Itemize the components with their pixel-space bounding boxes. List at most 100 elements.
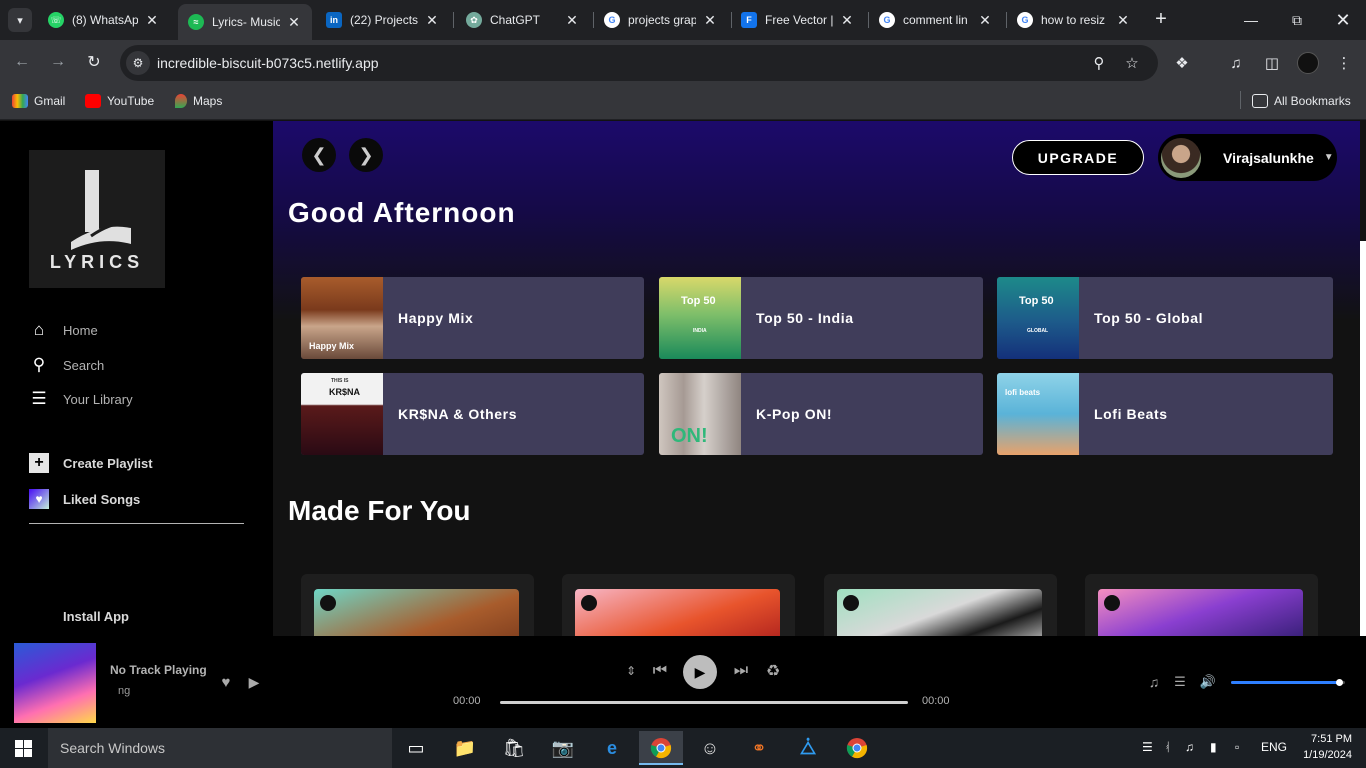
mix-card[interactable] (562, 574, 795, 636)
shortcut-card[interactable]: Top 50 GLOBAL Top 50 - Global (997, 277, 1333, 359)
lyrics-icon[interactable]: ♫ (1145, 673, 1163, 691)
task-view-icon[interactable]: ▭ (394, 731, 438, 765)
next-icon[interactable]: ⏭ (730, 661, 752, 681)
google-icon: G (604, 12, 620, 28)
system-clock[interactable]: 7:51 PM 1/19/2024 (1298, 731, 1352, 763)
spotify-icon (581, 595, 597, 611)
language-indicator[interactable]: ENG (1261, 740, 1287, 754)
speaker-icon[interactable]: ♫ (1185, 740, 1194, 754)
tab-chatgpt[interactable]: ✿ ChatGPT ✕ (456, 6, 590, 34)
made-for-you-title: Made For You (288, 495, 471, 526)
heart-icon[interactable]: ♥ (217, 673, 235, 691)
shortcut-card[interactable]: THIS IS KR$NA KR$NA & Others (301, 373, 644, 455)
play-button[interactable]: ▶ (683, 655, 717, 689)
taskbar-search-placeholder[interactable]: Search Windows (60, 740, 165, 756)
tab-free-vector[interactable]: F Free Vector | ✕ (731, 6, 865, 34)
battery-icon[interactable]: ▮ (1210, 740, 1217, 754)
restore-button[interactable]: ⧉ (1274, 0, 1320, 40)
mix-art (314, 589, 519, 636)
mix-card[interactable] (1085, 574, 1318, 636)
bookmark-gmail[interactable]: Gmail (12, 92, 65, 110)
close-tab-icon[interactable]: ✕ (1115, 12, 1131, 29)
previous-icon[interactable]: ⏮ (649, 661, 671, 681)
progress-bar[interactable] (500, 701, 908, 704)
bookmark-maps[interactable]: Maps (175, 92, 222, 110)
repeat-icon[interactable]: ♻ (762, 661, 784, 681)
scrollbar-thumb[interactable] (1360, 121, 1366, 241)
create-playlist-button[interactable]: + Create Playlist (29, 453, 153, 473)
all-bookmarks-folder[interactable]: All Bookmarks (1252, 92, 1351, 110)
shortcut-card[interactable]: ON! K-Pop ON! (659, 373, 983, 455)
site-info-icon[interactable]: ⚙ (126, 51, 150, 75)
zoom-icon[interactable]: ⚲ (1087, 51, 1111, 75)
nav-home[interactable]: ⌂ Home (29, 320, 98, 340)
close-window-button[interactable]: ✕ (1320, 0, 1366, 40)
queue-icon[interactable]: ☰ (1171, 673, 1189, 691)
user-menu[interactable]: Virajsalunkhe ▼ (1158, 134, 1337, 181)
media-control-icon[interactable]: ♫ (1224, 51, 1248, 75)
now-playing-title: No Track Playing (110, 663, 207, 677)
tab-comment-link[interactable]: G comment lin ✕ (869, 6, 1003, 34)
edge-icon[interactable]: e (590, 731, 634, 765)
chrome-icon[interactable] (639, 731, 683, 765)
bookmark-youtube[interactable]: YouTube (85, 92, 154, 110)
mix-card[interactable] (824, 574, 1057, 636)
volume-slider[interactable] (1231, 679, 1345, 686)
google-icon: G (1017, 12, 1033, 28)
notifications-icon[interactable]: ▫ (1235, 740, 1239, 754)
camera-icon[interactable]: 📷 (541, 731, 585, 765)
close-tab-icon[interactable]: ✕ (286, 14, 302, 31)
lyrics-logo[interactable]: LYRICS (29, 150, 165, 288)
extensions-icon[interactable]: ❖ (1170, 51, 1194, 75)
tab-linkedin[interactable]: in (22) Projects ✕ (316, 6, 450, 34)
close-tab-icon[interactable]: ✕ (564, 12, 580, 29)
sort-icon[interactable]: ⇕ (622, 662, 640, 680)
install-app-link[interactable]: Install App (63, 609, 129, 624)
jupyter-icon[interactable]: ⚭ (737, 731, 781, 765)
vscode-icon[interactable]: ⧊ (786, 731, 830, 765)
tab-whatsapp[interactable]: ☏ (8) WhatsApp ✕ (38, 6, 170, 34)
playlist-art: ON! (659, 373, 741, 455)
mix-card[interactable] (301, 574, 534, 636)
tab-how-to-resize[interactable]: G how to resiz ✕ (1007, 6, 1141, 34)
logo-text: LYRICS (49, 252, 145, 272)
liked-songs-button[interactable]: ♥ Liked Songs (29, 489, 140, 509)
shortcut-card[interactable]: Top 50 INDIA Top 50 - India (659, 277, 983, 359)
profile-avatar-icon[interactable] (1297, 52, 1319, 74)
wifi-icon[interactable]: ☰ (1142, 740, 1153, 754)
volume-icon[interactable]: 🔊 (1199, 673, 1217, 691)
reload-button[interactable]: ↻ (82, 50, 106, 74)
shortcut-card[interactable]: Happy Mix Happy Mix (301, 277, 644, 359)
close-tab-icon[interactable]: ✕ (702, 12, 718, 29)
bookmark-star-icon[interactable]: ☆ (1120, 51, 1144, 75)
close-tab-icon[interactable]: ✕ (144, 12, 160, 29)
minimize-button[interactable]: — (1228, 0, 1274, 40)
tab-lyrics-music[interactable]: ≈ Lyrics- Music ✕ (178, 4, 312, 40)
side-panel-icon[interactable]: ◫ (1260, 51, 1284, 75)
chrome-icon[interactable] (835, 731, 879, 765)
file-explorer-icon[interactable]: 📁 (443, 731, 487, 765)
nav-library[interactable]: ☰ Your Library (29, 389, 132, 409)
url-text[interactable]: incredible-biscuit-b073c5.netlify.app (157, 55, 379, 71)
forward-arrow-button[interactable]: ❯ (349, 138, 383, 172)
tab-projects-graph[interactable]: G projects grap ✕ (594, 6, 728, 34)
back-arrow-button[interactable]: ❮ (302, 138, 336, 172)
menu-kebab-icon[interactable]: ⋮ (1332, 51, 1356, 75)
new-tab-button[interactable]: + (1151, 8, 1171, 32)
app-mask-icon[interactable]: ☺ (688, 731, 732, 765)
nav-search[interactable]: ⚲ Search (29, 355, 104, 375)
chrome-logo-icon (846, 738, 868, 759)
username: Virajsalunkhe (1223, 149, 1314, 166)
shortcut-card[interactable]: lofi beats Lofi Beats (997, 373, 1333, 455)
close-tab-icon[interactable]: ✕ (977, 12, 993, 29)
close-tab-icon[interactable]: ✕ (839, 12, 855, 29)
close-tab-icon[interactable]: ✕ (424, 12, 440, 29)
tab-search-button[interactable]: ▾ (8, 8, 32, 32)
forward-button[interactable]: → (46, 50, 70, 74)
back-button[interactable]: ← (10, 50, 34, 74)
mini-play-icon[interactable]: ▶ (245, 673, 263, 691)
store-icon[interactable]: 🛍 (492, 731, 536, 765)
upgrade-button[interactable]: UPGRADE (1012, 140, 1144, 175)
bluetooth-icon[interactable]: ᚮ (1164, 740, 1171, 754)
windows-start-icon[interactable] (15, 740, 32, 757)
